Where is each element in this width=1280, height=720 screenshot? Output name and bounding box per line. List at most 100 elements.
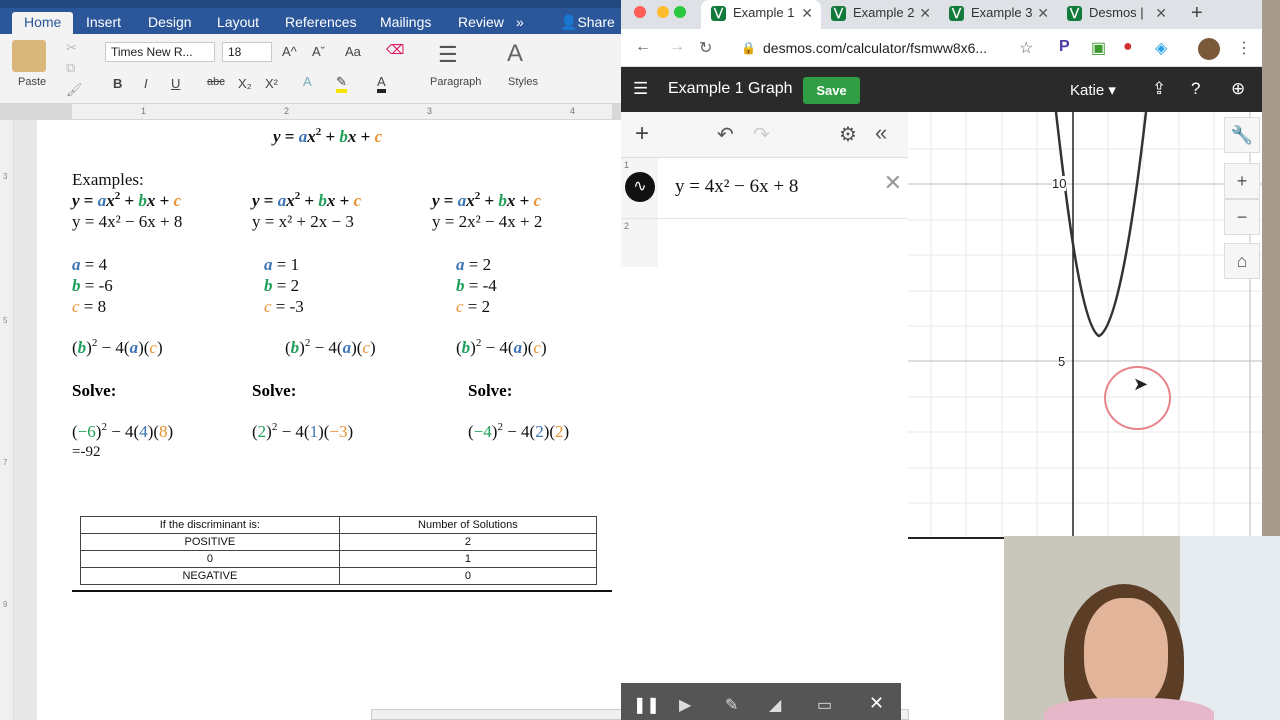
undo-icon[interactable]: ↶ [717,122,734,147]
browser-tab-desmos[interactable]: ⋁ Desmos | ✕ [1057,0,1175,29]
camera-icon[interactable]: ▭ [817,695,832,715]
grow-font-icon[interactable]: A^ [282,44,297,59]
ex2-b: b = 2 [264,276,300,295]
italic-button[interactable]: I [144,76,148,91]
eraser-icon[interactable]: ◢ [769,695,781,715]
reload-icon[interactable]: ↻ [699,38,712,58]
close-tab-icon[interactable]: ✕ [919,0,931,26]
superscript-button[interactable]: X² [265,76,278,91]
graph-title[interactable]: Example 1 Graph [668,80,793,98]
add-item-icon[interactable]: + [635,120,649,148]
format-painter-icon[interactable]: 🖌 [66,82,83,98]
save-button[interactable]: Save [803,77,860,104]
subscript-button[interactable]: X₂ [238,76,252,91]
ex1-equation: y = 4x² − 6x + 8 [72,212,183,231]
webcam-overlay [1004,536,1280,720]
minimize-window-icon[interactable] [657,6,669,18]
paragraph-icon[interactable]: ☰ [438,42,458,68]
font-color-icon[interactable]: A [377,74,386,93]
ex3-b: b = -4 [456,276,497,295]
back-icon[interactable]: ← [635,38,651,56]
paste-icon[interactable] [12,40,46,72]
close-window-icon[interactable] [634,6,646,18]
styles-icon[interactable]: A [507,40,523,68]
tab-references[interactable]: References [285,12,357,34]
bookmark-star-icon[interactable]: ☆ [1019,38,1033,58]
table-row: 0 1 [80,550,598,568]
parabola-curve[interactable] [1054,112,1148,338]
graph-settings-wrench-icon[interactable]: 🔧 [1224,117,1260,153]
settings-gear-icon[interactable]: ⚙ [839,122,857,147]
classroom-extension-icon[interactable]: ▣ [1091,38,1106,58]
language-globe-icon[interactable]: ⊕ [1231,79,1245,99]
expression-index: 1 [624,160,630,170]
new-tab-icon[interactable]: + [1191,2,1203,25]
hamburger-menu-icon[interactable]: ☰ [633,79,648,99]
font-size-select[interactable]: 18 [222,42,272,62]
change-case-icon[interactable]: Aa [345,44,361,59]
bold-button[interactable]: B [113,76,122,91]
underline-button[interactable]: U [171,76,180,91]
browser-tab-example1[interactable]: ⋁ Example 1 ✕ [701,0,821,29]
user-menu[interactable]: Katie ▾ [1070,81,1116,99]
paragraph-label: Paragraph [430,76,482,88]
highlight-icon[interactable]: ✎ [336,74,347,93]
browser-tab-example3[interactable]: ⋁ Example 3 ✕ [939,0,1057,29]
screencast-extension-icon[interactable]: ● [1123,38,1133,56]
zoom-out-icon[interactable]: − [1224,199,1260,235]
forward-icon[interactable]: → [669,38,685,56]
graph-style-icon[interactable]: ∿ [625,172,655,202]
text-effects-icon[interactable]: A [303,74,312,89]
browser-tab-example2[interactable]: ⋁ Example 2 ✕ [821,0,939,29]
expression-latex[interactable]: y = 4x² − 6x + 8 [675,176,798,198]
browser-menu-icon[interactable]: ⋮ [1236,38,1252,58]
ex3-c-value: = 2 [467,297,491,316]
font-name-select[interactable]: Times New R... [105,42,215,62]
tab-review[interactable]: Review [458,12,504,34]
close-recording-icon[interactable]: ✕ [869,693,884,714]
ex2-discriminant-formula: (b)2 − 4(a)(c) [285,337,376,358]
tab-insert[interactable]: Insert [86,12,121,34]
tab-home[interactable]: Home [12,12,74,34]
clear-format-icon[interactable]: ⌫ [386,42,404,58]
profile-avatar[interactable] [1198,38,1220,60]
cut-icon[interactable]: ✂ [66,40,77,56]
tab-layout[interactable]: Layout [217,12,259,34]
close-tab-icon[interactable]: ✕ [1155,0,1167,26]
vruler-num: 7 [3,458,8,467]
more-tabs-button[interactable]: » [516,12,524,34]
ex2-a-value: = 1 [276,255,300,274]
maximize-window-icon[interactable] [674,6,686,18]
redo-icon[interactable]: ↷ [753,122,770,147]
pen-icon[interactable]: ✎ [725,695,738,715]
address-text: desmos.com/calculator/fsmww8x6... [763,40,988,56]
share-icon[interactable]: ⇪ [1152,79,1166,99]
share-button[interactable]: 👤Share [560,12,615,34]
home-zoom-icon[interactable]: ⌂ [1224,243,1260,279]
strikethrough-button[interactable]: abc [207,76,225,88]
close-tab-icon[interactable]: ✕ [1037,0,1049,26]
collapse-list-icon[interactable]: « [875,120,887,146]
pause-icon[interactable]: ❚❚ [633,695,660,715]
extension-icon[interactable]: P [1059,38,1070,56]
ex3-c: c = 2 [456,297,491,316]
ex2-solve-label: Solve: [252,381,297,400]
play-icon[interactable]: ▶ [679,695,691,715]
expression-index: 2 [624,221,630,231]
vruler-num: 5 [3,316,8,325]
diamond-extension-icon[interactable]: ◈ [1155,38,1167,58]
ex1-discriminant-formula: (b)2 − 4(a)(c) [72,337,163,358]
general-equation: y = ax2 + bx + c [273,126,383,147]
address-bar[interactable]: 🔒 desmos.com/calculator/fsmww8x6... [729,34,1049,62]
expression-item[interactable]: 1 ∿ y = 4x² − 6x + 8 ✕ [621,158,908,219]
tab-design[interactable]: Design [148,12,192,34]
copy-icon[interactable]: ⧉ [66,60,75,76]
shrink-font-icon[interactable]: Aˇ [312,44,325,59]
delete-expression-icon[interactable]: ✕ [884,170,902,196]
general-equation-ex2: y = ax2 + bx + c [252,190,362,211]
tab-mailings[interactable]: Mailings [380,12,431,34]
help-icon[interactable]: ? [1191,79,1200,99]
expression-item-empty[interactable]: 2 [621,219,908,267]
close-tab-icon[interactable]: ✕ [801,0,813,26]
zoom-in-icon[interactable]: + [1224,163,1260,199]
